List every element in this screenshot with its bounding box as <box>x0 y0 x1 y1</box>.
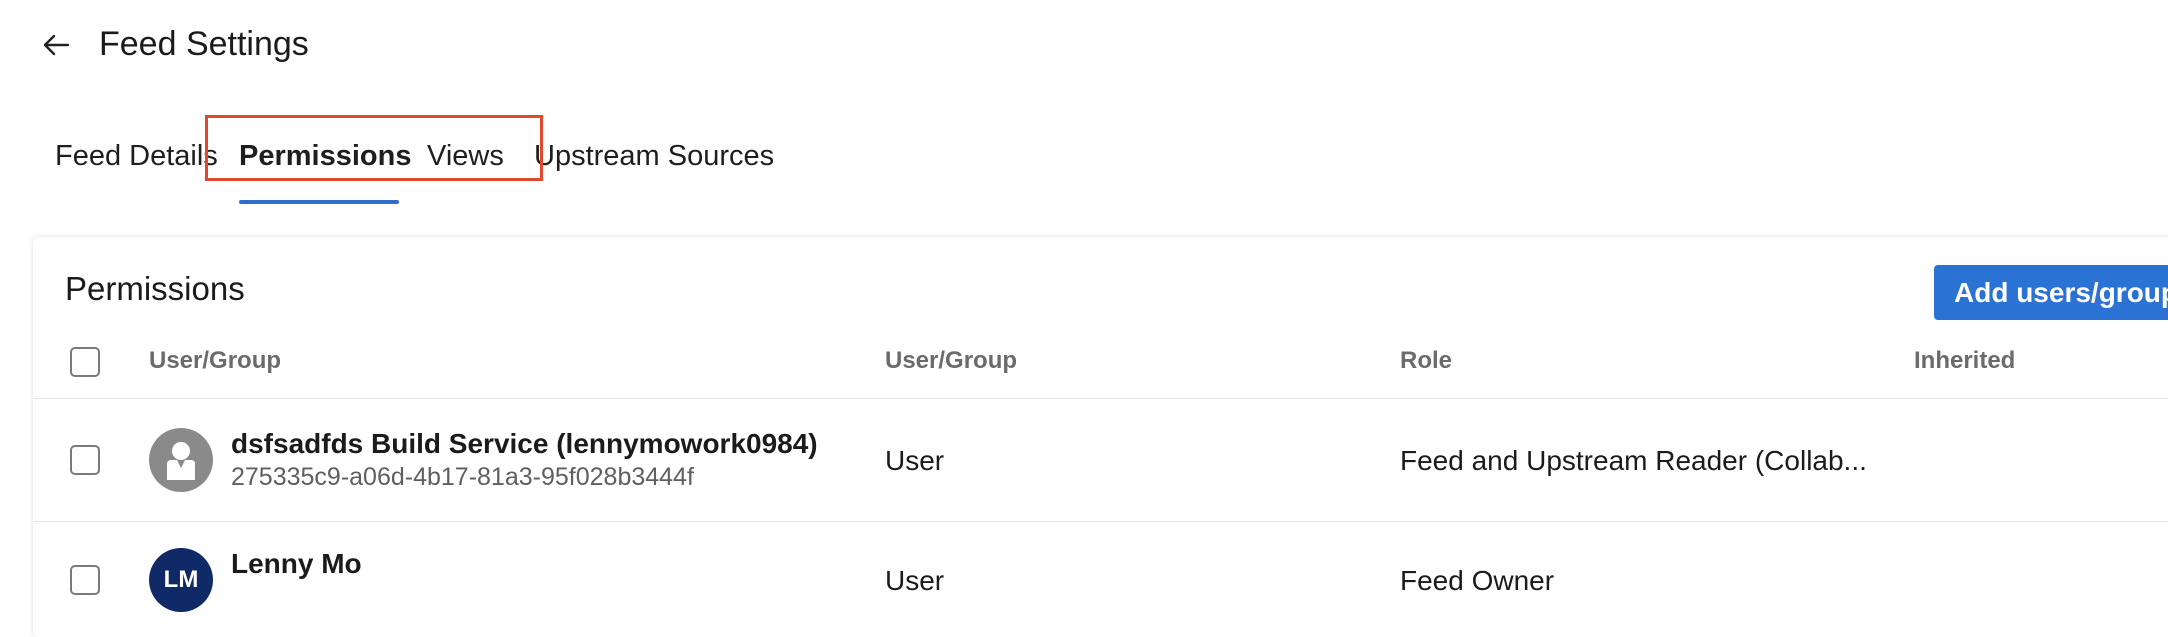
row-user-name: Lenny Mo <box>231 548 362 579</box>
page-title: Feed Settings <box>99 25 309 63</box>
column-header-user-group-type[interactable]: User/Group <box>885 346 1017 376</box>
service-avatar-icon <box>149 428 213 492</box>
user-avatar: LM <box>149 548 213 612</box>
row-role[interactable]: Feed and Upstream Reader (Collab... <box>1400 443 1867 479</box>
row-user-type: User <box>885 565 945 596</box>
tab-permissions[interactable]: Permissions <box>239 130 411 182</box>
tab-feed-details[interactable]: Feed Details <box>55 130 218 182</box>
column-header-user-group[interactable]: User/Group <box>149 346 281 376</box>
permissions-title: Permissions <box>65 270 245 307</box>
active-tab-indicator <box>239 200 399 204</box>
tab-views[interactable]: Views <box>427 130 504 182</box>
row-user-type: User <box>885 445 945 476</box>
column-header-role[interactable]: Role <box>1400 346 1452 376</box>
tab-upstream-sources[interactable]: Upstream Sources <box>534 130 774 182</box>
row-checkbox[interactable] <box>70 565 100 595</box>
back-button[interactable] <box>38 27 74 63</box>
row-divider <box>33 521 2168 522</box>
add-users-groups-button[interactable]: Add users/groups <box>1934 265 2168 320</box>
column-header-inherited[interactable]: Inherited <box>1914 346 2015 376</box>
select-all-checkbox[interactable] <box>70 347 100 377</box>
arrow-left-icon <box>43 34 70 56</box>
header-divider <box>33 398 2168 399</box>
row-user-id: 275335c9-a06d-4b17-81a3-95f028b3444f <box>231 463 694 491</box>
row-role[interactable]: Feed Owner <box>1400 563 1554 599</box>
tab-bar: Feed Details Permissions Views Upstream … <box>0 130 900 210</box>
row-checkbox[interactable] <box>70 445 100 475</box>
row-user-name: dsfsadfds Build Service (lennymowork0984… <box>231 428 818 459</box>
